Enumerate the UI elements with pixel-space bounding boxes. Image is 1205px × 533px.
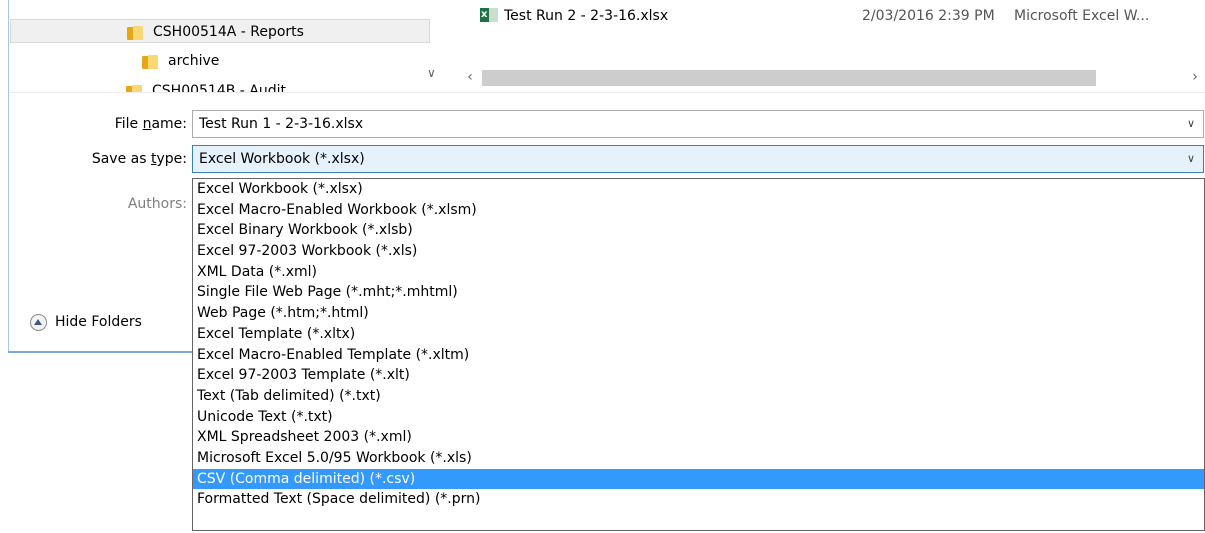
hide-folders-label: Hide Folders (55, 314, 142, 330)
folder-icon (126, 84, 144, 92)
save-as-type-select[interactable]: Excel Workbook (*.xlsx) ∨ (192, 145, 1204, 173)
scrollbar-thumb[interactable] (482, 70, 1096, 86)
dropdown-option[interactable]: Excel 97-2003 Workbook (*.xls) (193, 241, 1204, 262)
divider (10, 92, 1205, 93)
file-type: Microsoft Excel W... (1014, 8, 1150, 24)
dropdown-option-selected[interactable]: CSV (Comma delimited) (*.csv) (193, 468, 1204, 490)
dialog-bottom-border (8, 351, 192, 353)
scroll-left-icon[interactable]: ‹ (462, 66, 478, 88)
dropdown-option[interactable]: Formatted Text (Space delimited) (*.prn) (193, 489, 1204, 510)
chevron-down-icon[interactable]: ∨ (1187, 111, 1195, 137)
tree-item-archive[interactable]: archive (142, 49, 219, 73)
dropdown-option[interactable]: XML Data (*.xml) (193, 262, 1204, 283)
dropdown-option[interactable]: Single File Web Page (*.mht;*.mhtml) (193, 282, 1204, 303)
dropdown-option[interactable]: Excel Macro-Enabled Workbook (*.xlsm) (193, 200, 1204, 221)
excel-file-icon (480, 5, 498, 25)
tree-item-audit[interactable]: CSH00514B - Audit (126, 79, 286, 92)
dropdown-option[interactable]: Excel Template (*.xltx) (193, 324, 1204, 345)
scroll-right-icon[interactable]: › (1187, 66, 1203, 88)
navigation-tree[interactable]: CSH00514A - Reports archive CSH00514B - … (10, 0, 442, 92)
collapse-up-icon (30, 313, 47, 331)
save-as-type-value: Excel Workbook (*.xlsx) (199, 151, 365, 167)
authors-label: Authors: (127, 196, 187, 212)
file-name-label: File name: (114, 116, 187, 132)
chevron-down-icon[interactable]: ∨ (427, 66, 436, 80)
horizontal-scrollbar[interactable]: ‹ › (462, 66, 1205, 88)
chevron-down-icon[interactable]: ∨ (1187, 146, 1195, 172)
file-row[interactable]: Test Run 2 - 2-3-16.xlsx (480, 5, 669, 26)
dropdown-option[interactable]: Text (Tab delimited) (*.txt) (193, 386, 1204, 407)
tree-item-label: archive (168, 53, 220, 69)
dialog-border (8, 0, 9, 352)
file-name: Test Run 2 - 2-3-16.xlsx (504, 8, 669, 24)
save-as-type-dropdown-list[interactable]: Excel Workbook (*.xlsx) Excel Macro-Enabl… (192, 178, 1205, 531)
folder-icon (127, 25, 145, 40)
dropdown-option[interactable]: Excel Workbook (*.xlsx) (193, 179, 1204, 200)
file-name-input[interactable]: Test Run 1 - 2-3-16.xlsx ∨ (192, 110, 1204, 138)
save-as-type-label: Save as type: (91, 151, 187, 167)
file-date: 2/03/2016 2:39 PM (862, 8, 995, 24)
tree-item-label: CSH00514B - Audit (152, 83, 286, 92)
file-name-value: Test Run 1 - 2-3-16.xlsx (199, 116, 364, 132)
folder-icon (142, 54, 160, 69)
dropdown-option[interactable]: Microsoft Excel 5.0/95 Workbook (*.xls) (193, 448, 1204, 469)
dropdown-option[interactable]: XML Spreadsheet 2003 (*.xml) (193, 427, 1204, 448)
dropdown-option[interactable]: Unicode Text (*.txt) (193, 407, 1204, 428)
dropdown-option[interactable]: Excel 97-2003 Template (*.xlt) (193, 365, 1204, 386)
dropdown-option[interactable]: Excel Binary Workbook (*.xlsb) (193, 220, 1204, 241)
tree-item-label: CSH00514A - Reports (153, 24, 304, 40)
tree-item-reports[interactable]: CSH00514A - Reports (10, 19, 430, 43)
hide-folders-button[interactable]: Hide Folders (30, 310, 142, 334)
dropdown-option[interactable]: Excel Macro-Enabled Template (*.xltm) (193, 345, 1204, 366)
dropdown-option[interactable]: Web Page (*.htm;*.html) (193, 303, 1204, 324)
